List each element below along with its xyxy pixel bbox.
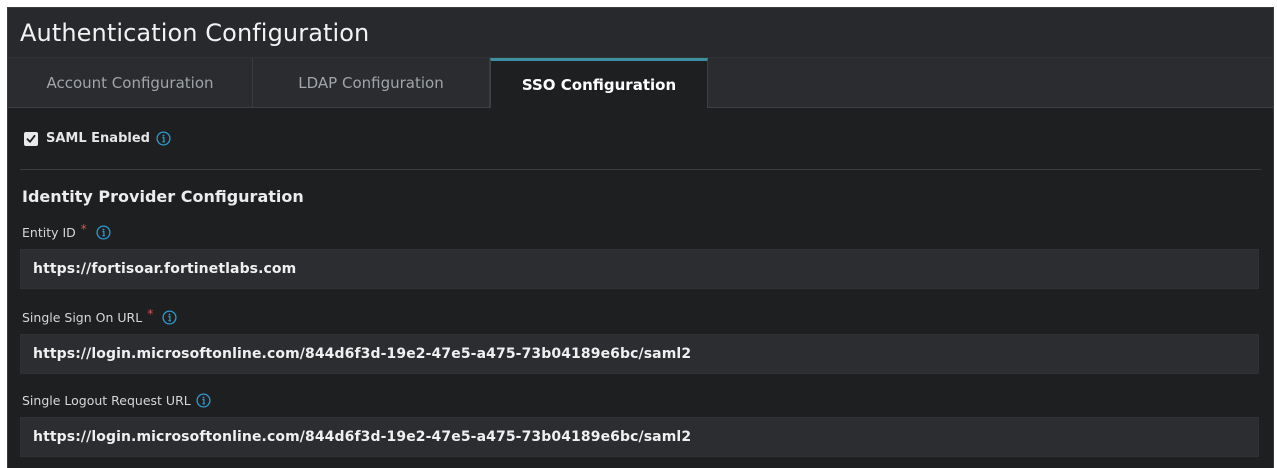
field-label-row: Entity ID * — [20, 222, 1261, 240]
info-icon[interactable] — [156, 131, 171, 146]
tab-bar: Account Configuration LDAP Configuration… — [8, 58, 1273, 108]
required-marker: * — [147, 307, 154, 321]
saml-enabled-checkbox[interactable] — [24, 131, 38, 146]
required-marker: * — [80, 222, 87, 236]
saml-enabled-label: SAML Enabled — [46, 131, 150, 146]
section-title: Identity Provider Configuration — [22, 187, 304, 206]
entity-id-input[interactable]: https://fortisoar.fortinetlabs.com — [20, 249, 1259, 289]
entity-id-label: Entity ID — [22, 224, 76, 240]
tab-label: SSO Configuration — [521, 75, 677, 94]
single-logout-request-url-field: Single Logout Request URL https://login.… — [20, 392, 1261, 457]
checkmark-icon — [26, 134, 36, 143]
single-sign-on-url-label: Single Sign On URL — [22, 309, 143, 325]
field-label-row: Single Logout Request URL — [20, 392, 1261, 408]
sso-content: SAML Enabled Identity Provider Configura… — [8, 108, 1273, 457]
tab-label: Account Configuration — [46, 73, 214, 92]
title-bar: Authentication Configuration — [8, 8, 1273, 58]
info-icon[interactable] — [196, 392, 211, 408]
single-logout-request-url-input[interactable]: https://login.microsoftonline.com/844d6f… — [20, 417, 1259, 457]
saml-enabled-row: SAML Enabled — [20, 108, 1261, 170]
single-sign-on-url-field: Single Sign On URL * https://login.micro… — [20, 307, 1261, 374]
tab-sso-configuration[interactable]: SSO Configuration — [490, 58, 708, 108]
single-sign-on-url-input[interactable]: https://login.microsoftonline.com/844d6f… — [20, 334, 1259, 374]
tab-account-configuration[interactable]: Account Configuration — [8, 58, 253, 107]
tab-ldap-configuration[interactable]: LDAP Configuration — [253, 58, 490, 107]
page-title: Authentication Configuration — [20, 18, 370, 47]
tab-label: LDAP Configuration — [298, 73, 444, 92]
entity-id-field: Entity ID * https://fortisoar.fortinetla… — [20, 222, 1261, 289]
info-icon[interactable] — [162, 309, 177, 325]
app-root: Authentication Configuration Account Con… — [0, 0, 1277, 468]
field-label-row: Single Sign On URL * — [20, 307, 1261, 325]
single-logout-request-url-label: Single Logout Request URL — [22, 392, 191, 408]
info-icon[interactable] — [96, 224, 111, 240]
auth-config-panel: Authentication Configuration Account Con… — [7, 7, 1274, 468]
